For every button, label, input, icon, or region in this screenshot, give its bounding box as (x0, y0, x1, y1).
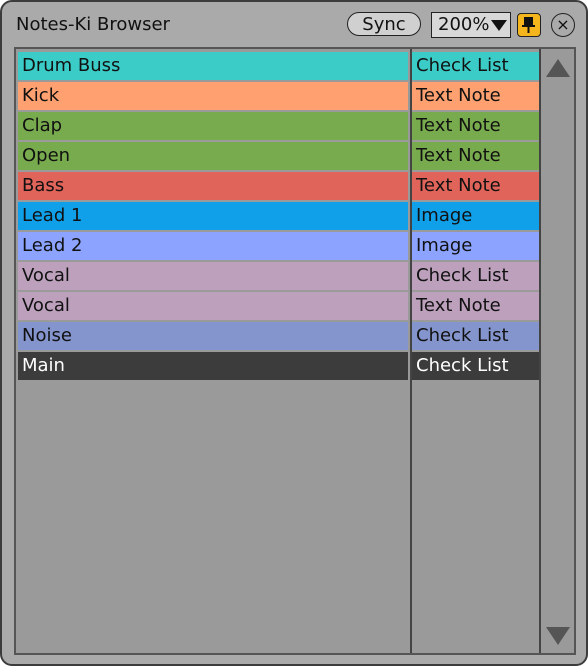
note-type-cell[interactable]: Image (412, 202, 539, 230)
sync-button[interactable]: Sync (347, 12, 421, 36)
note-type-cell[interactable]: Check List (412, 262, 539, 290)
notes-list[interactable]: Drum Buss Check List Kick Text Note Clap Text… (14, 47, 576, 655)
note-type-cell[interactable]: Text Note (412, 112, 539, 140)
list-item[interactable]: Open Text Note (18, 142, 539, 170)
scrollbar-divider (539, 49, 541, 653)
track-name-cell[interactable]: Vocal (18, 262, 408, 290)
scroll-up-arrow-icon[interactable] (546, 59, 570, 77)
list-item[interactable]: Kick Text Note (18, 82, 539, 110)
note-type-cell[interactable]: Check List (412, 352, 539, 380)
scroll-down-arrow-icon[interactable] (546, 627, 570, 645)
track-name-cell[interactable]: Lead 1 (18, 202, 408, 230)
track-name-cell[interactable]: Bass (18, 172, 408, 200)
close-button[interactable]: × (551, 13, 575, 37)
list-item[interactable]: Lead 2 Image (18, 232, 539, 260)
pin-icon (522, 17, 535, 33)
list-item[interactable]: Main Check List (18, 352, 539, 380)
title-bar: Notes-Ki Browser Sync 200% × (2, 2, 586, 48)
list-item[interactable]: Vocal Check List (18, 262, 539, 290)
note-type-cell[interactable]: Text Note (412, 142, 539, 170)
note-rows: Drum Buss Check List Kick Text Note Clap Text… (18, 52, 539, 382)
window-title: Notes-Ki Browser (16, 14, 170, 35)
note-type-cell[interactable]: Text Note (412, 292, 539, 320)
zoom-dropdown[interactable]: 200% (431, 12, 511, 38)
list-item[interactable]: Bass Text Note (18, 172, 539, 200)
notes-ki-browser-window: Notes-Ki Browser Sync 200% × Drum Buss Ch… (0, 0, 588, 666)
note-type-cell[interactable]: Check List (412, 52, 539, 80)
list-item[interactable]: Noise Check List (18, 322, 539, 350)
note-type-cell[interactable]: Text Note (412, 82, 539, 110)
track-name-cell[interactable]: Noise (18, 322, 408, 350)
track-name-cell[interactable]: Main (18, 352, 408, 380)
track-name-cell[interactable]: Lead 2 (18, 232, 408, 260)
note-type-cell[interactable]: Image (412, 232, 539, 260)
track-name-cell[interactable]: Drum Buss (18, 52, 408, 80)
pin-button[interactable] (517, 13, 541, 37)
close-icon: × (556, 15, 570, 34)
zoom-value: 200% (438, 14, 490, 35)
track-name-cell[interactable]: Open (18, 142, 408, 170)
chevron-down-icon (491, 20, 507, 31)
track-name-cell[interactable]: Vocal (18, 292, 408, 320)
track-name-cell[interactable]: Clap (18, 112, 408, 140)
list-item[interactable]: Lead 1 Image (18, 202, 539, 230)
list-item[interactable]: Vocal Text Note (18, 292, 539, 320)
list-item[interactable]: Drum Buss Check List (18, 52, 539, 80)
list-item[interactable]: Clap Text Note (18, 112, 539, 140)
track-name-cell[interactable]: Kick (18, 82, 408, 110)
note-type-cell[interactable]: Check List (412, 322, 539, 350)
note-type-cell[interactable]: Text Note (412, 172, 539, 200)
